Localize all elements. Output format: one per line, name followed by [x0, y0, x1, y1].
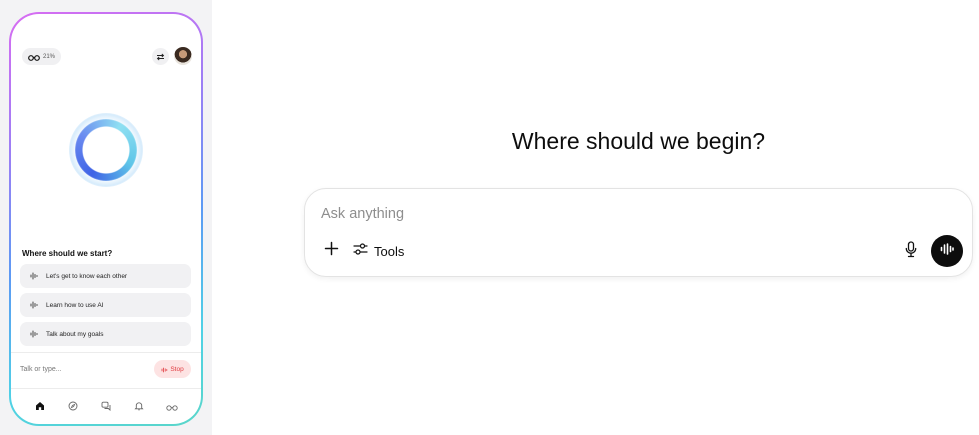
page-title: Where should we begin?: [511, 128, 766, 154]
talk-input[interactable]: Talk or type...: [20, 366, 62, 373]
chat-icon: [101, 398, 111, 416]
add-attachment-button[interactable]: [320, 240, 342, 262]
swap-arrows-icon: [156, 48, 165, 66]
waveform-icon: [30, 267, 38, 285]
phone-screen: 21% Where should we start? Let's get to …: [11, 14, 201, 424]
tab-explore[interactable]: [66, 400, 80, 414]
tools-label: Tools: [374, 243, 405, 259]
waveform-icon: [30, 325, 38, 343]
waveform-icon: [161, 360, 168, 378]
tab-notifications[interactable]: [132, 400, 146, 414]
bell-icon: [134, 398, 144, 416]
suggestion-label: Talk about my goals: [46, 330, 104, 338]
prompt-title: Where should we start?: [22, 249, 113, 258]
waveform-icon: [940, 242, 954, 260]
bottom-tab-bar: [11, 388, 201, 424]
stop-label: Stop: [170, 365, 184, 373]
prompt-input[interactable]: [321, 203, 881, 225]
tab-glasses[interactable]: [165, 400, 179, 414]
tab-home[interactable]: [33, 400, 47, 414]
dictate-button[interactable]: [901, 241, 921, 263]
microphone-icon: [905, 241, 917, 263]
tab-chats[interactable]: [99, 400, 113, 414]
waveform-icon: [30, 296, 38, 314]
switch-button[interactable]: [152, 48, 169, 65]
usage-percent: 21%: [43, 53, 56, 60]
voice-orb: [75, 119, 137, 181]
plus-icon: [324, 241, 339, 261]
glasses-usage-pill[interactable]: 21%: [22, 48, 62, 66]
sliders-icon: [353, 242, 368, 261]
stop-button[interactable]: Stop: [154, 360, 191, 378]
suggestion-chip[interactable]: Let's get to know each other: [20, 264, 191, 288]
composer: Tools: [304, 188, 973, 277]
suggestion-chip[interactable]: Talk about my goals: [20, 322, 191, 346]
glasses-icon: [166, 398, 178, 416]
suggestion-label: Learn how to use AI: [46, 301, 104, 309]
tools-button[interactable]: Tools: [353, 240, 404, 262]
phone-frame: 21% Where should we start? Let's get to …: [9, 12, 203, 426]
phone-input-bar: Talk or type... Stop: [11, 352, 201, 388]
avatar[interactable]: [174, 47, 192, 65]
voice-mode-button[interactable]: [931, 235, 963, 267]
home-icon: [35, 398, 45, 416]
suggestion-label: Let's get to know each other: [46, 272, 128, 280]
compass-icon: [68, 398, 78, 416]
glasses-icon: [28, 48, 40, 66]
suggestion-chip[interactable]: Learn how to use AI: [20, 293, 191, 317]
